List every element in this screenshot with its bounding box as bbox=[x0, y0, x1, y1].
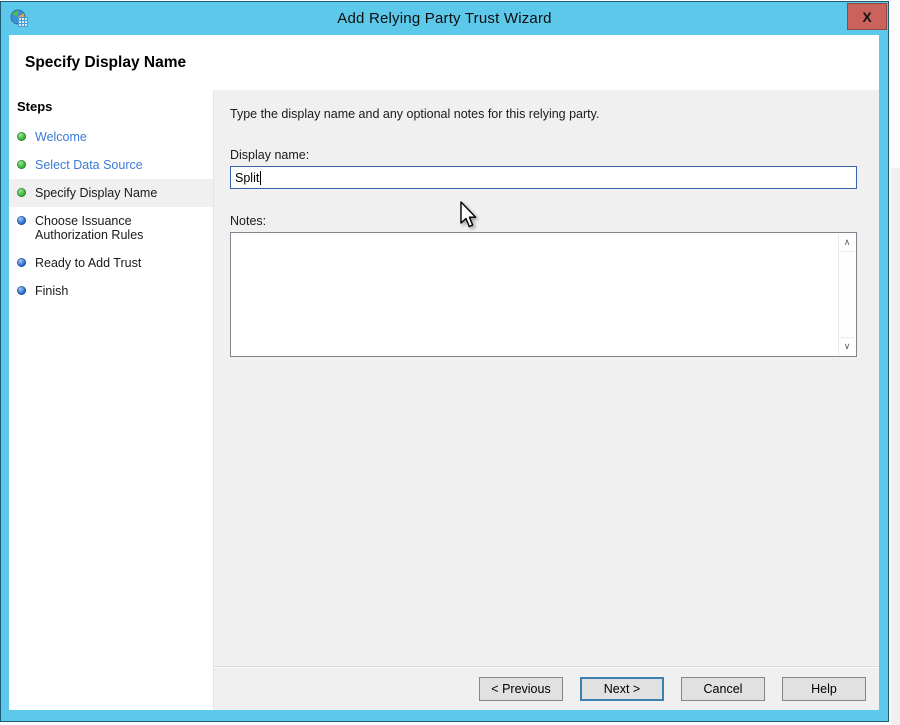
step-done-icon bbox=[17, 160, 26, 169]
steps-list: Welcome Select Data Source Specify Display… bbox=[9, 123, 213, 305]
window-title: Add Relying Party Trust Wizard bbox=[1, 2, 888, 35]
notes-label: Notes: bbox=[230, 214, 857, 228]
notes-textarea[interactable]: ∧ ∨ bbox=[230, 232, 857, 357]
display-name-label: Display name: bbox=[230, 148, 857, 162]
step-pending-icon bbox=[17, 258, 26, 267]
display-name-value: Split bbox=[235, 171, 259, 185]
text-caret bbox=[260, 171, 261, 185]
sidebar-step: Finish bbox=[9, 277, 213, 305]
sidebar-step: Specify Display Name bbox=[9, 179, 213, 207]
notes-scrollbar[interactable]: ∧ ∨ bbox=[838, 234, 855, 355]
display-name-input[interactable]: Split bbox=[230, 166, 857, 189]
step-label: Choose Issuance Authorization Rules bbox=[35, 214, 205, 242]
close-button[interactable]: X bbox=[847, 3, 887, 30]
wizard-window: Add Relying Party Trust Wizard X Specify… bbox=[0, 1, 889, 722]
page-header: Specify Display Name bbox=[9, 35, 879, 90]
content-pane: Type the display name and any optional n… bbox=[214, 90, 879, 710]
help-button[interactable]: Help bbox=[782, 677, 866, 701]
sidebar-step[interactable]: Select Data Source bbox=[9, 151, 213, 179]
scroll-down-icon[interactable]: ∨ bbox=[839, 337, 855, 355]
step-done-icon bbox=[17, 132, 26, 141]
steps-sidebar: Steps Welcome Select Data Source Specify D… bbox=[9, 90, 214, 710]
steps-heading: Steps bbox=[9, 99, 213, 123]
step-pending-icon bbox=[17, 286, 26, 295]
cancel-button[interactable]: Cancel bbox=[681, 677, 765, 701]
scroll-up-icon[interactable]: ∧ bbox=[839, 234, 855, 252]
titlebar[interactable]: Add Relying Party Trust Wizard X bbox=[1, 2, 888, 35]
sidebar-step: Ready to Add Trust bbox=[9, 249, 213, 277]
step-label: Finish bbox=[35, 284, 68, 298]
next-button[interactable]: Next > bbox=[580, 677, 664, 701]
sidebar-step: Choose Issuance Authorization Rules bbox=[9, 207, 213, 249]
previous-button[interactable]: < Previous bbox=[479, 677, 563, 701]
step-pending-icon bbox=[17, 216, 26, 225]
mouse-cursor-icon bbox=[459, 201, 481, 231]
page-title: Specify Display Name bbox=[25, 54, 186, 71]
sidebar-step[interactable]: Welcome bbox=[9, 123, 213, 151]
main-area: Type the display name and any optional n… bbox=[214, 90, 879, 666]
step-done-icon bbox=[17, 188, 26, 197]
desktop-background bbox=[891, 168, 900, 725]
step-label: Select Data Source bbox=[35, 158, 143, 172]
wizard-body: Steps Welcome Select Data Source Specify D… bbox=[9, 90, 879, 710]
step-label: Welcome bbox=[35, 130, 87, 144]
instruction-text: Type the display name and any optional n… bbox=[230, 107, 857, 121]
window-inner: Specify Display Name Steps Welcome Select… bbox=[9, 35, 879, 710]
step-label: Specify Display Name bbox=[35, 186, 157, 200]
step-label: Ready to Add Trust bbox=[35, 256, 141, 270]
button-bar: < Previous Next > Cancel Help bbox=[214, 666, 879, 710]
